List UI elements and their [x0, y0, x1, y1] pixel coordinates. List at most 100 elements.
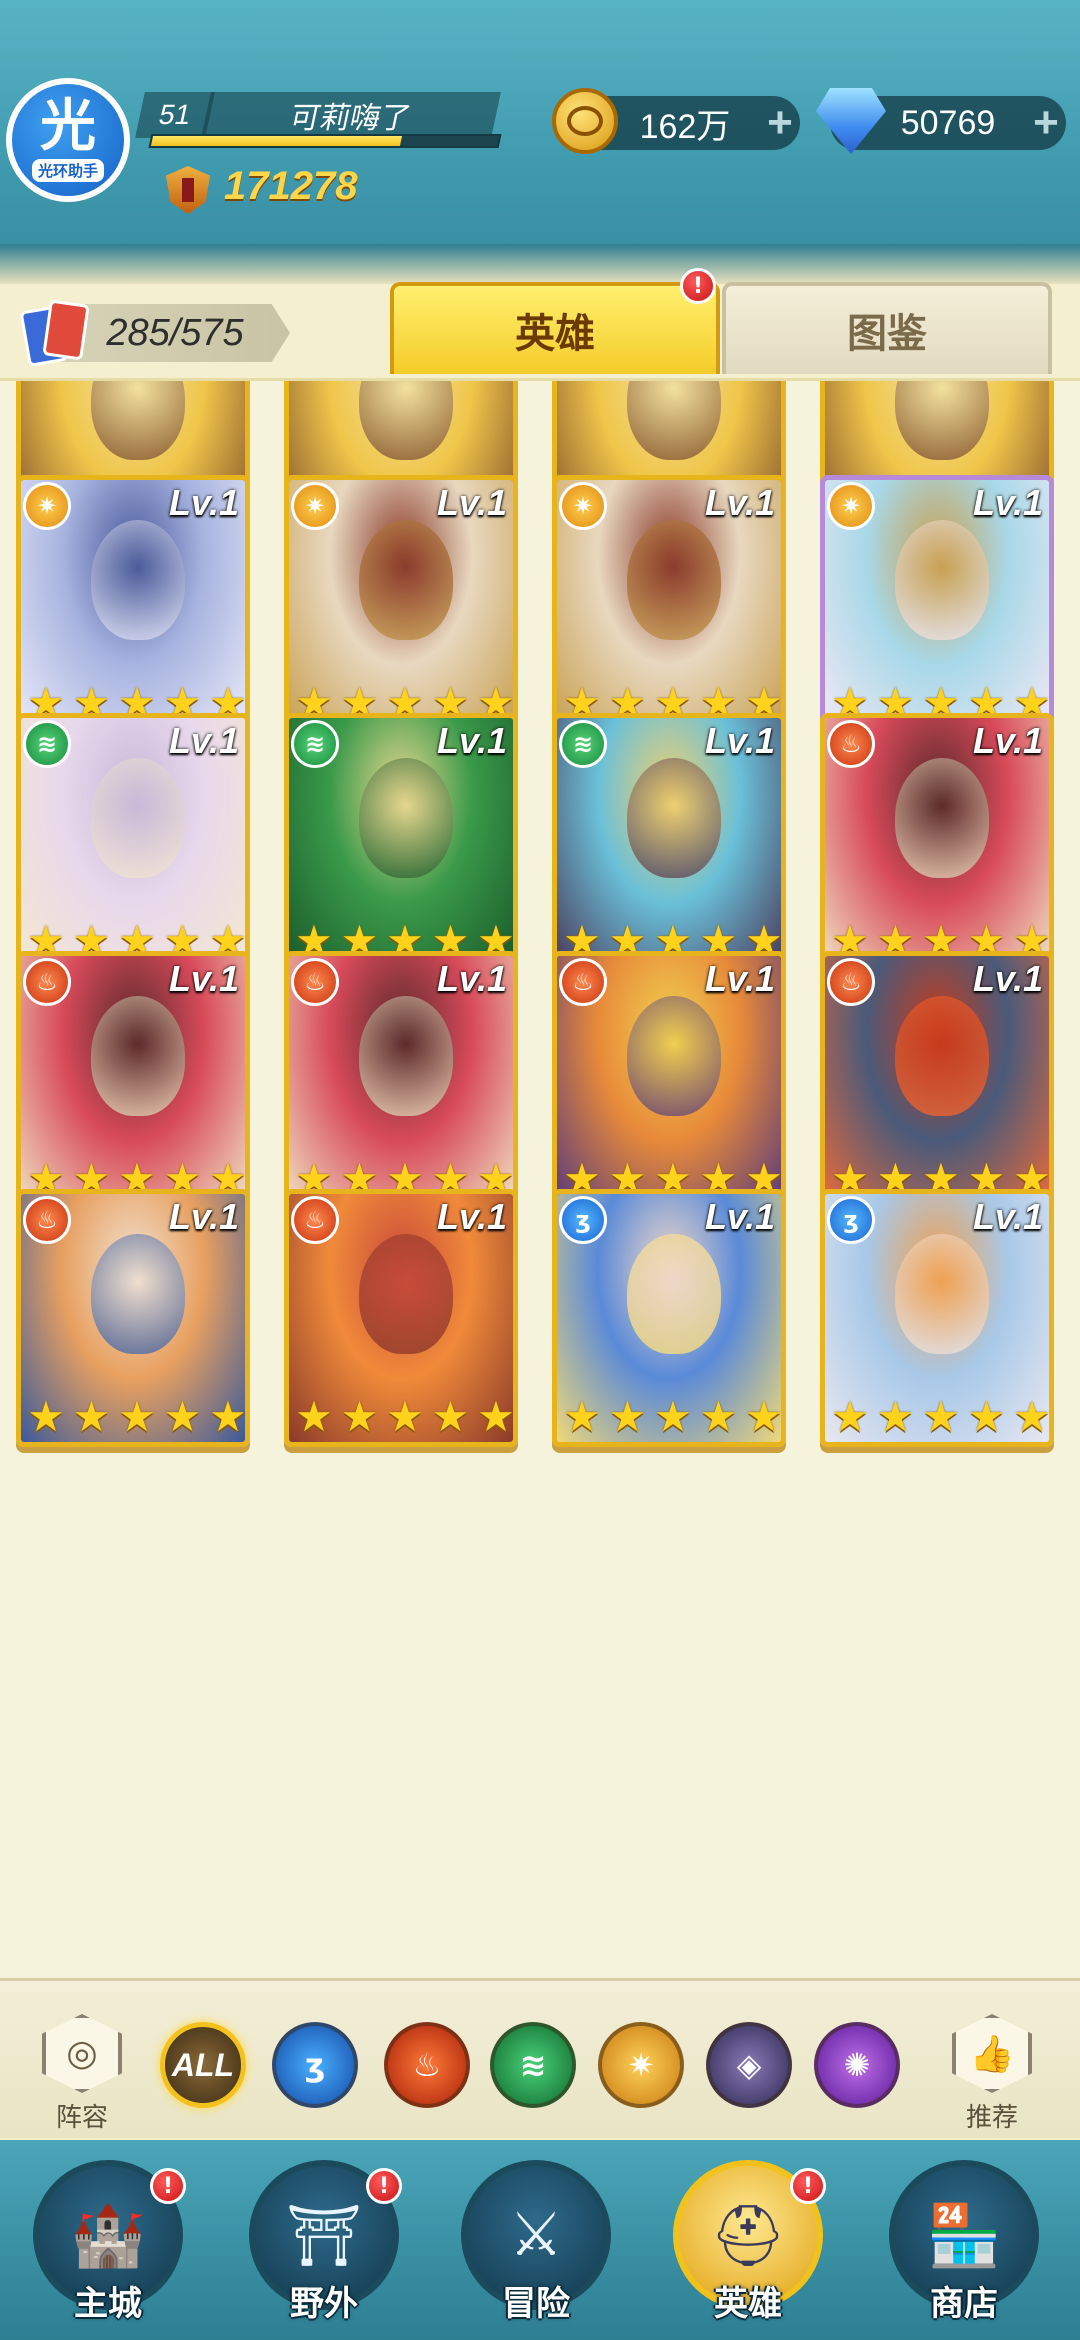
- tab-heroes[interactable]: 英雄: [390, 282, 720, 374]
- hero-level: Lv.1: [168, 482, 239, 523]
- nav-alert-badge: !: [790, 2168, 826, 2204]
- hero-card[interactable]: ♨ Lv.1 ★ ★ ★ ★ ★: [820, 713, 1054, 971]
- hero-figure: [91, 996, 185, 1116]
- hero-level: Lv.1: [168, 1196, 239, 1237]
- hero-figure: [627, 381, 721, 460]
- hero-figure: [91, 520, 185, 640]
- card-back-icon-red: [42, 299, 90, 361]
- hero-card[interactable]: ♨ Lv.1 ★ ★ ★ ★ ★: [284, 951, 518, 1209]
- all-factions-icon: ALL: [171, 2046, 235, 2083]
- hero-level: Lv.1: [704, 1196, 775, 1237]
- star-icon: ★: [27, 1392, 65, 1441]
- star-icon: ★: [831, 1392, 869, 1441]
- hero-level: Lv.1: [168, 958, 239, 999]
- star-icon: ★: [608, 1392, 647, 1441]
- fire-faction-icon: ♨: [23, 1196, 71, 1244]
- hero-cards-icon: [19, 299, 92, 368]
- hero-figure: [627, 520, 721, 640]
- filter-light[interactable]: ✷: [598, 2022, 684, 2108]
- formation-label: 阵容: [55, 2103, 108, 2133]
- light-faction-icon: ✷: [23, 482, 71, 530]
- thumbs-up-icon: 👍: [952, 2014, 1032, 2093]
- filter-all[interactable]: ALL: [160, 2022, 246, 2108]
- hero-card[interactable]: ♨ Lv.1 ★ ★ ★ ★ ★: [552, 951, 786, 1209]
- filter-dark[interactable]: ◈: [706, 2022, 792, 2108]
- hero-card[interactable]: ʒ Lv.1 ★ ★ ★ ★ ★: [820, 1189, 1054, 1447]
- star-icon: ★: [431, 1392, 470, 1441]
- water-faction-icon: ʒ: [827, 1196, 875, 1244]
- nav-sword[interactable]: ⚔ 冒险: [456, 2160, 616, 2340]
- hero-figure: [895, 381, 989, 460]
- filter-fire[interactable]: ♨: [384, 2022, 470, 2108]
- fire-faction-icon: ♨: [827, 958, 875, 1006]
- hero-level: Lv.1: [704, 720, 775, 761]
- tab-codex-label: 图鉴: [847, 311, 927, 357]
- gem-add-button[interactable]: +: [1026, 98, 1066, 148]
- filter-forest[interactable]: ≋: [490, 2022, 576, 2108]
- hero-card[interactable]: ♨ Lv.1 ★ ★ ★ ★ ★: [820, 951, 1054, 1209]
- hero-figure: [627, 1234, 721, 1354]
- hero-card[interactable]: ♨ Lv.1 ★ ★ ★ ★ ★: [16, 951, 250, 1209]
- player-name: 可莉嗨了: [201, 92, 501, 138]
- hero-card[interactable]: ≋ Lv.1 ★ ★ ★ ★ ★: [552, 713, 786, 971]
- formation-button[interactable]: ◎ 阵容: [34, 2014, 130, 2134]
- fire-faction-icon: ♨: [23, 958, 71, 1006]
- tab-codex[interactable]: 图鉴: [722, 282, 1052, 374]
- hero-card[interactable]: ✷ Lv.1 ★ ★ ★ ★ ★: [284, 475, 518, 733]
- hero-level: Lv.1: [972, 720, 1043, 761]
- hero-level: Lv.1: [436, 482, 507, 523]
- hero-grid: ★★★★★★★★★★★★★★★★★★★★✷Lv.1★★★★★✷Lv.1★★★★★…: [0, 378, 1080, 1978]
- hero-level: Lv.1: [436, 958, 507, 999]
- hero-figure: [91, 758, 185, 878]
- player-avatar[interactable]: 光 光环助手: [6, 78, 130, 202]
- hero-figure: [627, 996, 721, 1116]
- star-icon: ★: [967, 1392, 1006, 1441]
- hero-card[interactable]: ✷ Lv.1 ★ ★ ★ ★ ★: [552, 475, 786, 733]
- star-icon: ★: [386, 1392, 424, 1441]
- light-faction-icon: ✷: [291, 482, 339, 530]
- hero-level: Lv.1: [436, 720, 507, 761]
- hero-level: Lv.1: [704, 958, 775, 999]
- hero-card[interactable]: ✷ Lv.1 ★ ★ ★ ★ ★: [820, 475, 1054, 733]
- hero-card[interactable]: ʒ Lv.1 ★ ★ ★ ★ ★: [552, 1189, 786, 1447]
- xp-bar-fill: [150, 136, 403, 146]
- hero-figure: [91, 381, 185, 460]
- gold-coin-icon: [552, 88, 618, 154]
- combat-power: 171278: [224, 164, 358, 208]
- nav-label: 冒险: [502, 2284, 570, 2324]
- nav-label: 商店: [930, 2284, 998, 2324]
- hero-figure: [895, 1234, 989, 1354]
- hero-figure: [359, 758, 453, 878]
- light-faction-icon: ✷: [559, 482, 607, 530]
- hero-card[interactable]: ♨ Lv.1 ★ ★ ★ ★ ★: [16, 1189, 250, 1447]
- hero-card[interactable]: ♨ Lv.1 ★ ★ ★ ★ ★: [284, 1189, 518, 1447]
- nav-alert-badge: !: [366, 2168, 402, 2204]
- fire-faction-icon: ♨: [559, 958, 607, 1006]
- hero-count: 285/575: [60, 304, 290, 362]
- hero-card[interactable]: ≋ Lv.1 ★ ★ ★ ★ ★: [284, 713, 518, 971]
- hero-figure: [359, 381, 453, 460]
- filter-water[interactable]: ʒ: [272, 2022, 358, 2108]
- hero-figure: [895, 520, 989, 640]
- nav-shop[interactable]: 🏪 商店: [884, 2160, 1044, 2340]
- hero-card[interactable]: ≋ Lv.1 ★ ★ ★ ★ ★: [16, 713, 250, 971]
- fire-faction-icon: ♨: [827, 720, 875, 768]
- light-faction-icon: ✷: [627, 2046, 655, 2084]
- water-faction-icon: ʒ: [559, 1196, 607, 1244]
- nav-label: 英雄: [714, 2284, 782, 2324]
- star-icon: ★: [876, 1392, 915, 1441]
- star-icon: ★: [295, 1392, 333, 1441]
- hero-card[interactable]: ✷ Lv.1 ★ ★ ★ ★ ★: [16, 475, 250, 733]
- recommend-label: 推荐: [965, 2103, 1018, 2133]
- gold-add-button[interactable]: +: [760, 98, 800, 148]
- fire-faction-icon: ♨: [412, 2046, 442, 2084]
- star-icon: ★: [209, 1392, 247, 1441]
- star-icon: ★: [922, 1392, 960, 1441]
- mystic-faction-icon: ✺: [843, 2046, 871, 2084]
- star-icon: ★: [745, 1392, 783, 1441]
- formation-icon: ◎: [42, 2014, 122, 2093]
- hero-level: Lv.1: [704, 482, 775, 523]
- recommend-button[interactable]: 👍 推荐: [944, 2014, 1040, 2134]
- filter-mystic[interactable]: ✺: [814, 2022, 900, 2108]
- tab-heroes-label: 英雄: [515, 311, 595, 357]
